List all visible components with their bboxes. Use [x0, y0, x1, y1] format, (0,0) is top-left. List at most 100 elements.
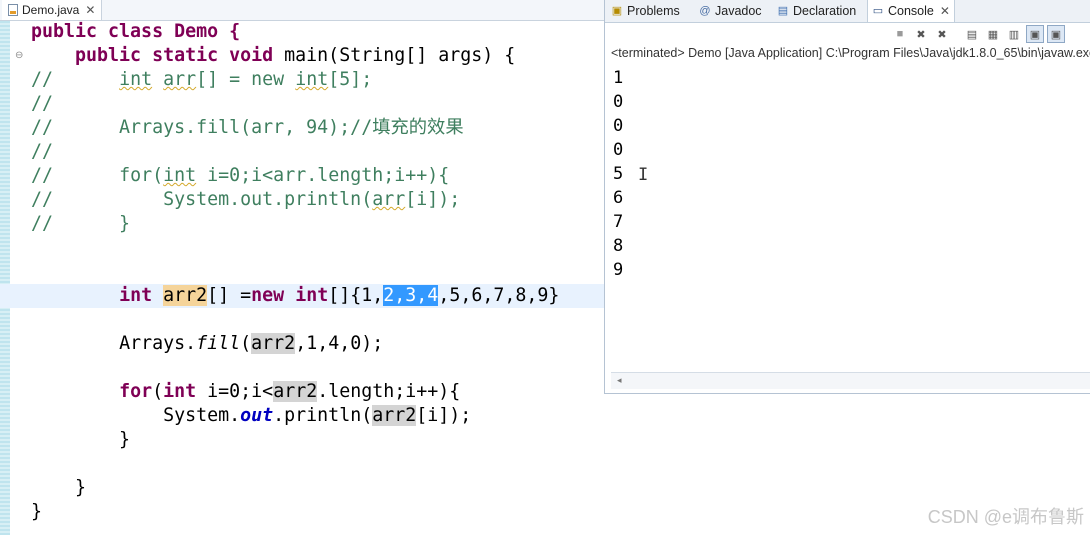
tab-label: Problems: [627, 4, 680, 18]
toolbar-separator: [954, 25, 960, 43]
tab-label: Declaration: [793, 4, 857, 18]
code-line: // System.out.println(arr[i]);: [31, 188, 604, 212]
code-token: public class Demo {: [31, 21, 241, 42]
code-line-current: int arr2[] =new int[]{1,2,3,4,5,6,7,8,9}: [0, 284, 604, 308]
code-token: i=0;i<arr.length;i++){: [196, 165, 450, 186]
tab-console[interactable]: ▭ Console ✕: [867, 0, 955, 22]
code-line: public static void main(String[] args) {: [31, 44, 604, 68]
horizontal-scrollbar[interactable]: ◂: [611, 372, 1090, 389]
code-variable-occurrence: arr2: [273, 381, 318, 402]
code-token: (: [240, 333, 252, 354]
code-token: ,1,4,0);: [295, 333, 384, 354]
close-icon[interactable]: ✕: [940, 4, 950, 18]
comment-prefix: //: [31, 213, 54, 234]
console-output-line: 7: [613, 212, 624, 232]
tab-declaration[interactable]: ▤ Declaration: [777, 0, 856, 22]
code-line: System.out.println(arr2[i]);: [31, 404, 604, 428]
code-token: }: [53, 213, 131, 234]
fold-collapse-icon[interactable]: ⊖: [15, 50, 23, 61]
code-keyword: public static void: [75, 45, 274, 66]
code-line: //: [31, 92, 604, 116]
comment-prefix: //: [31, 117, 54, 138]
comment-prefix: //: [31, 189, 54, 210]
problems-icon: ▣: [611, 5, 623, 17]
code-variable-highlight: arr2: [163, 285, 208, 306]
code-static-field: out: [240, 405, 274, 426]
close-icon[interactable]: ✕: [85, 3, 95, 17]
console-output-line: 5: [613, 164, 624, 184]
code-token: [i]);: [416, 405, 472, 426]
clear-console-icon[interactable]: ▤: [963, 25, 981, 43]
code-token: []{1,: [328, 285, 384, 306]
comment-prefix: //: [31, 165, 54, 186]
console-output-line: 9: [613, 260, 624, 280]
code-line: }: [31, 476, 604, 500]
code-token: }: [31, 477, 87, 498]
code-token: (: [152, 165, 164, 186]
code-token: }: [31, 429, 131, 450]
editor-margin-strip: [0, 21, 10, 535]
code-token: [i]);: [405, 189, 461, 210]
show-console-on-error-icon[interactable]: ▣: [1047, 25, 1065, 43]
scroll-left-icon[interactable]: ◂: [617, 375, 622, 386]
java-file-icon: [8, 4, 18, 16]
code-line: }: [31, 500, 604, 524]
javadoc-icon: @: [699, 5, 711, 17]
watermark: CSDN @e调布鲁斯: [927, 507, 1084, 527]
tab-javadoc[interactable]: @ Javadoc: [699, 0, 762, 22]
code-area[interactable]: public class Demo { public static void m…: [0, 20, 604, 524]
remove-launch-icon[interactable]: ✖: [912, 25, 930, 43]
editor-tab-demo-java[interactable]: Demo.java ✕: [2, 0, 103, 20]
code-editor[interactable]: Demo.java ✕ ⊖ public class Demo { public…: [0, 0, 604, 535]
tab-problems[interactable]: ▣ Problems: [611, 0, 680, 22]
editor-tab-bar: Demo.java ✕: [0, 0, 604, 21]
code-token: System.out.println(: [53, 189, 373, 210]
code-line: }: [31, 428, 604, 452]
code-line: for(int i=0;i<arr2.length;i++){: [31, 380, 604, 404]
code-token: main(String[] args) {: [273, 45, 516, 66]
ibeam-cursor-icon: I: [638, 165, 649, 185]
code-token: i=0;i<: [196, 381, 274, 402]
code-method-static: fill: [196, 333, 241, 354]
tab-label: Console: [888, 4, 934, 18]
console-status-line: <terminated> Demo [Java Application] C:\…: [611, 46, 1090, 60]
code-token: .length;i++){: [317, 381, 461, 402]
console-output-line: 0: [613, 140, 624, 160]
code-token: arr: [372, 189, 406, 210]
comment-prefix: //: [31, 69, 54, 90]
code-token: [] = new: [196, 69, 296, 90]
console-output-line: 8: [613, 236, 624, 256]
scroll-lock-icon[interactable]: ▦: [984, 25, 1002, 43]
code-token: ,5,6,7,8,9}: [438, 285, 560, 306]
code-line: // }: [31, 212, 604, 236]
console-icon: ▭: [872, 5, 884, 17]
code-token: arr: [163, 69, 197, 90]
remove-all-terminated-icon[interactable]: ✖: [933, 25, 951, 43]
code-keyword: new: [251, 285, 285, 306]
terminate-icon[interactable]: ■: [891, 25, 909, 43]
code-token: int: [163, 165, 197, 186]
word-wrap-icon[interactable]: ▥: [1005, 25, 1023, 43]
console-output[interactable]: 1 0 0 0 5 6 7 8 9: [613, 66, 623, 282]
code-token: Arrays.fill(arr, 94);//填充的效果: [53, 117, 464, 138]
console-toolbar: ■ ✖ ✖ ▤ ▦ ▥ ▣ ▣: [891, 24, 1065, 44]
console-output-line: 1: [613, 68, 624, 88]
code-keyword: for: [119, 381, 153, 402]
comment-prefix: //: [31, 93, 54, 114]
show-console-on-output-icon[interactable]: ▣: [1026, 25, 1044, 43]
code-variable-occurrence: arr2: [251, 333, 296, 354]
code-token: [5];: [328, 69, 373, 90]
code-line: // int arr[] = new int[5];: [31, 68, 604, 92]
tab-label: Javadoc: [715, 4, 762, 18]
code-line: // Arrays.fill(arr, 94);//填充的效果: [31, 116, 604, 140]
console-output-line: 6: [613, 188, 624, 208]
declaration-icon: ▤: [777, 5, 789, 17]
